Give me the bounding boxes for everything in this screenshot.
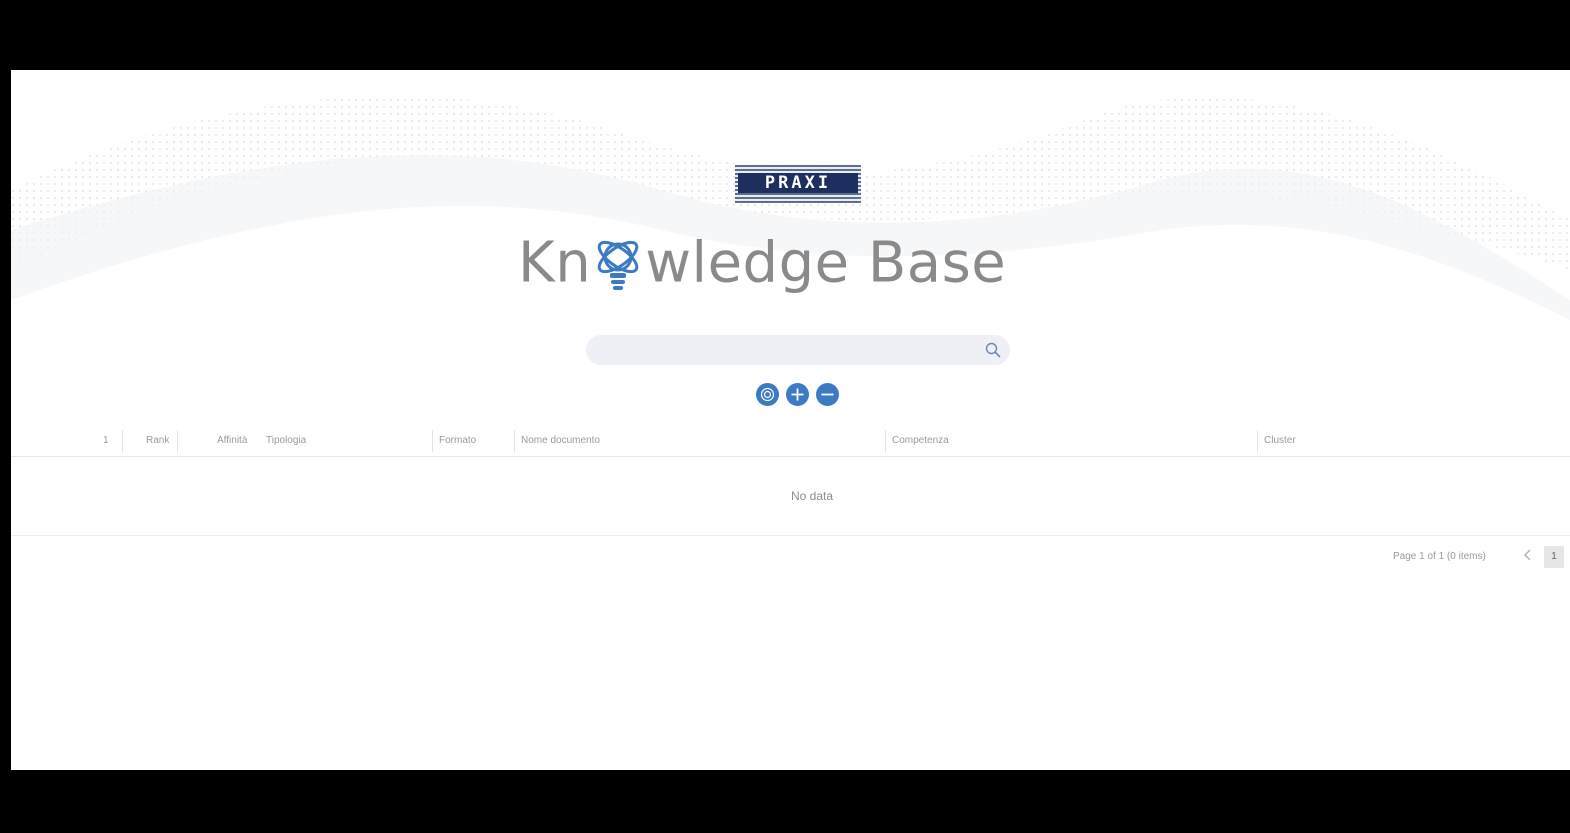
video-letterbox-bottom: [0, 770, 1570, 833]
column-header-nome-documento[interactable]: Nome documento: [521, 426, 600, 456]
column-separator: [885, 430, 886, 452]
pager-page-1[interactable]: 1: [1544, 546, 1564, 568]
column-separator: [177, 430, 178, 452]
column-header-formato[interactable]: Formato: [439, 426, 476, 456]
column-header-competenza[interactable]: Competenza: [892, 426, 949, 456]
column-header-tipologia[interactable]: Tipologia: [266, 426, 306, 456]
praxi-logo: PRAXI: [735, 165, 861, 203]
minus-icon: [821, 393, 834, 396]
pager-summary: Page 1 of 1 (0 items): [1393, 551, 1486, 562]
chevron-left-icon[interactable]: [1521, 547, 1535, 563]
grid-empty-row: No data: [11, 457, 1570, 536]
target-button[interactable]: [756, 383, 779, 406]
remove-button[interactable]: [816, 383, 839, 406]
page-canvas: PRAXI Kn wledge Base 1 Rank Affinità Tip…: [11, 70, 1570, 770]
column-header-index[interactable]: 1: [103, 426, 109, 456]
page-title: Kn wledge Base: [518, 227, 1078, 307]
search-icon[interactable]: [985, 342, 1001, 358]
logo-text: PRAXI: [738, 173, 858, 193]
column-separator: [514, 430, 515, 452]
column-separator: [1257, 430, 1258, 452]
add-button[interactable]: [786, 383, 809, 406]
plus-icon: [791, 388, 804, 401]
target-icon: [760, 387, 775, 402]
no-data-text: No data: [790, 489, 834, 503]
grid-header: 1 Rank Affinità Tipologia Formato Nome d…: [11, 426, 1570, 457]
search-bar[interactable]: [586, 335, 1010, 365]
lightbulb-atom-icon: [597, 240, 639, 290]
column-header-affinita[interactable]: Affinità: [217, 426, 247, 456]
column-header-cluster[interactable]: Cluster: [1264, 426, 1296, 456]
search-input[interactable]: [600, 339, 974, 363]
title-part-3: Base: [867, 230, 1007, 296]
column-header-rank[interactable]: Rank: [146, 426, 169, 456]
video-letterbox-top: [0, 0, 1570, 70]
column-separator: [432, 430, 433, 452]
title-part-2: wledge: [645, 230, 850, 296]
title-part-1: Kn: [518, 230, 592, 296]
wave-background-decoration: [11, 96, 1570, 320]
column-separator: [122, 430, 123, 452]
